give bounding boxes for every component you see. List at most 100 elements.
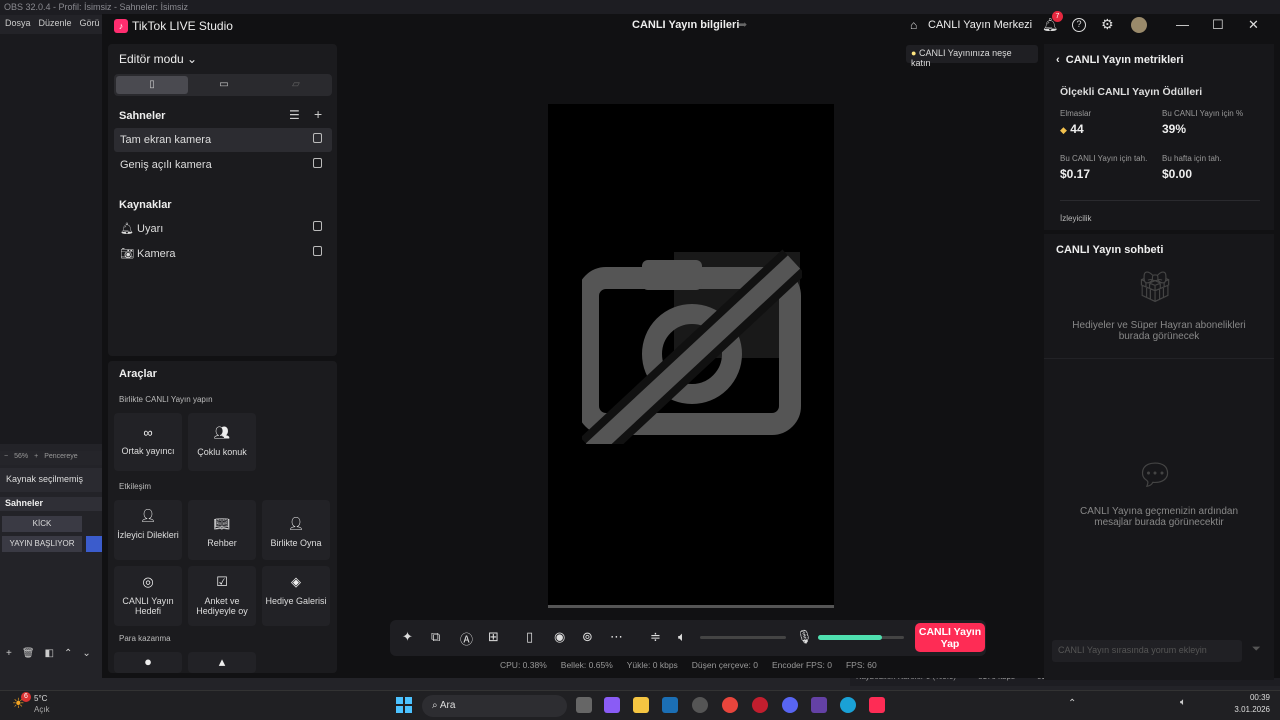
speaker-icon[interactable]: 🔈︎ — [678, 629, 686, 645]
add-scene-icon[interactable]: + — [314, 106, 322, 122]
chevron-up-icon[interactable]: ⌃ — [64, 648, 72, 662]
scene-item[interactable]: Tam ekran kamera — [114, 128, 332, 152]
copilot-icon[interactable] — [604, 697, 620, 713]
menu-file[interactable]: Dosya — [5, 18, 31, 30]
add-icon[interactable]: + — [6, 648, 12, 662]
record-icon[interactable]: ◉ — [554, 629, 565, 645]
chat-input[interactable]: CANLI Yayın sırasında yorum ekleyin — [1052, 640, 1242, 662]
screen-share-icon[interactable]: ⧉ — [431, 629, 440, 645]
close-icon[interactable]: ✕ — [1248, 17, 1259, 33]
obs-scene-item[interactable]: YAYIN BAŞLIYOR — [2, 536, 82, 552]
minimize-icon[interactable]: — — [1176, 17, 1189, 32]
clock-time[interactable]: 00:39 — [1232, 693, 1270, 702]
obs-scene-item[interactable]: KİCK — [2, 516, 82, 532]
help-icon[interactable]: ? — [1072, 18, 1086, 32]
volume-slider[interactable] — [700, 636, 786, 639]
lightbulb-icon: ● — [911, 48, 917, 58]
lock-icon[interactable] — [313, 158, 322, 168]
notification-badge: 7 — [1052, 11, 1063, 22]
tiktok-logo-icon: ♪ — [114, 19, 128, 33]
avatar[interactable] — [1131, 17, 1147, 33]
landscape-button[interactable]: ▭ — [188, 76, 260, 94]
source-item[interactable]: 🔔︎ Uyarı — [114, 216, 332, 240]
checkbox-icon: ☑ — [216, 574, 228, 589]
metrics-header[interactable]: ‹ CANLI Yayın metrikleri — [1056, 54, 1184, 66]
guide-button[interactable]: 📖︎ Rehber — [188, 500, 256, 560]
add-media-icon[interactable]: ⊞ — [488, 629, 499, 645]
gear-icon[interactable]: ⚙ — [1101, 16, 1114, 33]
fit-window-label[interactable]: Pencereye — [44, 453, 77, 463]
viewer-wishes-button[interactable]: 👤︎ İzleyici Dilekleri — [114, 500, 182, 560]
chat-title: CANLI Yayın sohbeti — [1056, 244, 1164, 256]
source-item[interactable]: 📷︎ Kamera — [114, 241, 332, 265]
lock-icon[interactable] — [313, 221, 322, 231]
menu-view[interactable]: Görü — [80, 18, 100, 30]
steam-icon[interactable] — [662, 697, 678, 713]
menu-edit[interactable]: Düzenle — [39, 18, 72, 30]
magic-icon[interactable]: ✦ — [402, 629, 413, 645]
chevron-down-icon[interactable]: ⌄ — [82, 648, 90, 662]
discord-icon[interactable] — [782, 697, 798, 713]
opera-icon[interactable] — [752, 697, 768, 713]
edge-icon[interactable] — [840, 697, 856, 713]
obs-scenes-title: Sahneler — [0, 497, 102, 511]
chevron-left-icon[interactable]: ‹ — [1056, 54, 1060, 66]
lock-icon[interactable] — [313, 246, 322, 256]
go-live-button[interactable]: CANLI Yayın Yap — [915, 623, 985, 652]
replay-icon[interactable]: ⊚ — [582, 629, 593, 645]
twitch-icon[interactable] — [811, 697, 827, 713]
rewards-subtitle: Ölçekli CANLI Yayın Ödülleri — [1060, 86, 1203, 98]
trash-icon[interactable]: 🗑 — [22, 648, 35, 662]
ai-icon[interactable]: Ⓐ — [460, 629, 473, 648]
phone-icon[interactable]: ▯ — [526, 629, 533, 645]
editor-mode-dropdown[interactable]: Editör modu ⌄ — [119, 52, 197, 66]
dual-button[interactable]: ▱ — [260, 76, 332, 94]
folder-icon[interactable] — [633, 697, 649, 713]
obs-preview — [0, 34, 102, 444]
co-host-button[interactable]: ∞ Ortak yayıncı — [114, 413, 182, 471]
zoom-in-button[interactable]: + — [34, 453, 38, 463]
maximize-icon[interactable]: ☐ — [1212, 17, 1224, 33]
live-center-button[interactable]: CANLI Yayın Merkezi — [928, 19, 1032, 31]
obs-icon[interactable] — [692, 697, 708, 713]
zoom-out-button[interactable]: − — [4, 453, 8, 463]
live-info-button[interactable]: CANLI Yayın bilgileri — [632, 19, 739, 31]
monetize-tool[interactable]: ▴ — [188, 652, 256, 673]
live-goal-button[interactable]: ◎ CANLI Yayın Hedefi — [114, 566, 182, 626]
tool-label: Ortak yayıncı — [121, 446, 175, 456]
more-icon[interactable]: ⋯ — [610, 629, 623, 645]
settings-sliders-icon[interactable]: ≑ — [650, 629, 661, 645]
chrome-icon[interactable] — [722, 697, 738, 713]
scene-item[interactable]: Geniş açılı kamera — [114, 153, 332, 177]
poll-button[interactable]: ☑ Anket ve Hediyeyle oy — [188, 566, 256, 626]
clock-date[interactable]: 3.01.2026 — [1222, 705, 1270, 714]
task-view-icon[interactable] — [576, 697, 592, 713]
volume-icon[interactable]: 🔈︎ — [1180, 697, 1186, 708]
monetize-tool[interactable]: ● — [114, 652, 182, 673]
lock-icon[interactable] — [313, 133, 322, 143]
windows-start-icon[interactable] — [396, 697, 412, 713]
portrait-button[interactable]: ▯ — [116, 76, 188, 94]
hint-banner[interactable]: ● CANLI Yayınınıza neşe katın — [906, 45, 1038, 68]
orientation-toggle: ▯ ▭ ▱ — [114, 74, 332, 96]
diamonds-value: ◆ 44 — [1060, 122, 1084, 136]
list-icon[interactable]: ☰ — [289, 108, 300, 122]
microphone-icon[interactable]: 🎙︎ — [796, 629, 813, 645]
filter-icon[interactable]: ◧ — [45, 648, 54, 662]
multi-guest-button[interactable]: 👥︎ Çoklu konuk — [188, 413, 256, 471]
share-value: 39% — [1162, 122, 1187, 136]
play-together-button[interactable]: 👤︎ Birlikte Oyna — [262, 500, 330, 560]
home-icon[interactable]: ⌂ — [910, 18, 917, 32]
preview-scrollbar[interactable] — [548, 605, 834, 608]
tiktok-taskbar-icon[interactable] — [869, 697, 885, 713]
gifts-message: Hediyeler ve Süper Hayran abonelikleri b… — [1072, 320, 1246, 342]
viewers-tab[interactable]: İzleyicilik — [1060, 214, 1092, 223]
gift-gallery-button[interactable]: ◈ Hediye Galerisi — [262, 566, 330, 626]
search-box[interactable]: ⌕ Ara — [422, 695, 567, 717]
tool-label: İzleyici Dilekleri — [117, 530, 179, 540]
filter-icon[interactable]: ⏷ — [1252, 643, 1261, 656]
link-icon: ∞ — [143, 425, 153, 440]
tool-label: Hediye Galerisi — [265, 596, 327, 606]
share-icon[interactable]: ➦ — [738, 18, 747, 31]
chevron-up-icon[interactable]: ⌃ — [1068, 698, 1076, 709]
